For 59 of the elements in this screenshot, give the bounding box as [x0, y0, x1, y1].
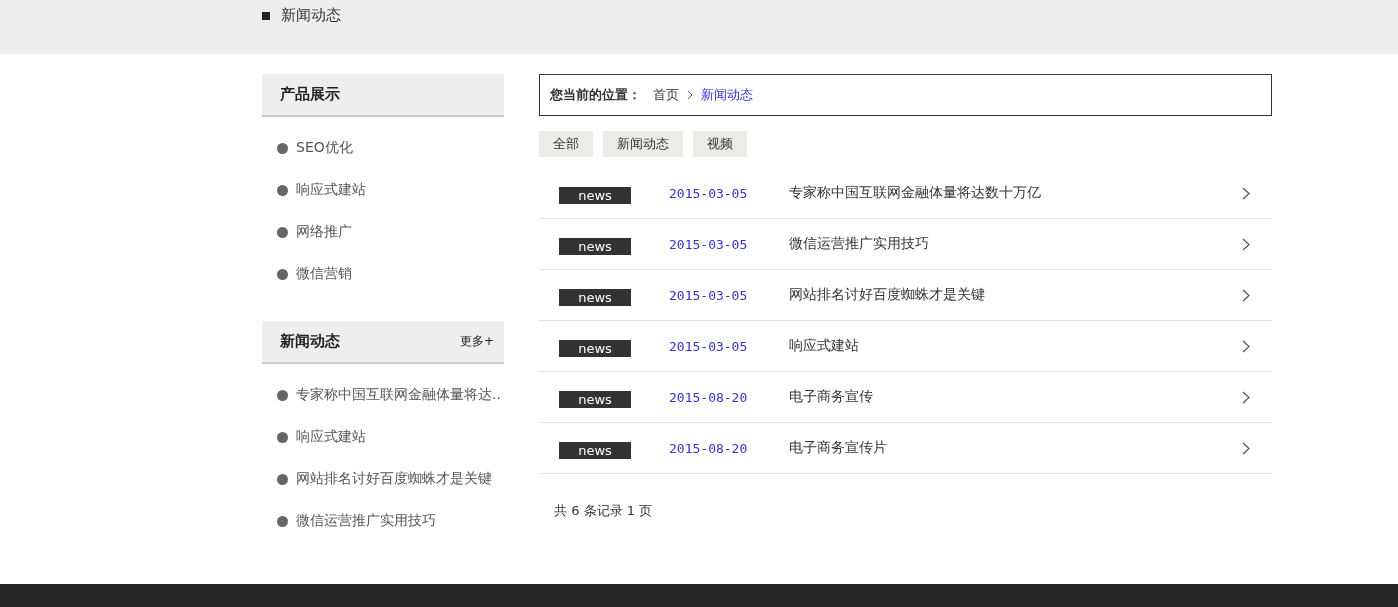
news-row[interactable]: news 2015-03-05 网站排名讨好百度蜘蛛才是关键: [539, 270, 1272, 321]
news-title: 微信运营推广实用技巧: [789, 235, 930, 253]
pagination-info: 共 6 条记录 1 页: [554, 502, 654, 520]
news-date: 2015-08-20: [669, 389, 749, 405]
sidebar-link[interactable]: 响应式建站: [277, 169, 504, 211]
breadcrumb-link[interactable]: 新闻动态: [701, 86, 753, 104]
sidebar-link[interactable]: SEO优化: [277, 127, 504, 169]
filter-tab[interactable]: 新闻动态: [603, 131, 683, 157]
news-tag: news: [559, 186, 631, 204]
banner-title: 新闻动态: [281, 6, 341, 25]
section-title: 新闻动态: [280, 332, 340, 351]
filter-tab[interactable]: 全部: [539, 131, 593, 157]
news-tag: news: [559, 390, 631, 408]
sidebar-link[interactable]: 网络推广: [277, 211, 504, 253]
news-date: 2015-08-20: [669, 440, 749, 456]
more-link[interactable]: 更多+: [459, 333, 494, 350]
sidebar-link[interactable]: 响应式建站: [277, 416, 504, 458]
news-tag: news: [559, 288, 631, 306]
chevron-right-icon: [1242, 441, 1250, 455]
news-date: 2015-03-05: [669, 185, 749, 201]
sidebar-link[interactable]: 微信运营推广实用技巧: [277, 500, 504, 542]
sidebar-link[interactable]: 专家称中国互联网金融体量将达..: [277, 374, 504, 416]
chevron-right-icon: [1242, 339, 1250, 353]
news-title: 网站排名讨好百度蜘蛛才是关键: [789, 286, 986, 304]
bullet-icon: [277, 389, 288, 401]
bullet-icon: [277, 431, 288, 443]
chevron-right-icon: [1242, 237, 1250, 251]
bullet-icon: [277, 268, 288, 280]
news-title: 电子商务宣传片: [789, 439, 888, 457]
section-title: 产品展示: [280, 85, 340, 104]
chevron-right-icon: [687, 90, 693, 100]
bullet-icon: [277, 515, 288, 527]
filter-tab[interactable]: 视频: [693, 131, 747, 157]
news-row[interactable]: news 2015-08-20 电子商务宣传片: [539, 423, 1272, 474]
news-row[interactable]: news 2015-03-05 响应式建站: [539, 321, 1272, 372]
bullet-icon: [277, 226, 288, 238]
news-title: 电子商务宣传: [789, 388, 874, 406]
news-tag: news: [559, 237, 631, 255]
chevron-right-icon: [1242, 390, 1250, 404]
square-bullet-icon: [262, 11, 270, 20]
breadcrumb-label: 您当前的位置：: [550, 86, 641, 104]
news-row[interactable]: news 2015-08-20 电子商务宣传: [539, 372, 1272, 423]
news-tag: news: [559, 441, 631, 459]
news-title: 响应式建站: [789, 337, 860, 355]
news-title: 专家称中国互联网金融体量将达数十万亿: [789, 184, 1042, 202]
sidebar-link[interactable]: 微信营销: [277, 253, 504, 295]
breadcrumb-link[interactable]: 首页: [653, 86, 679, 104]
news-date: 2015-03-05: [669, 236, 749, 252]
news-date: 2015-03-05: [669, 287, 749, 303]
chevron-right-icon: [1242, 186, 1250, 200]
bullet-icon: [277, 473, 288, 485]
chevron-right-icon: [1242, 288, 1250, 302]
sidebar-link[interactable]: 网站排名讨好百度蜘蛛才是关键: [277, 458, 504, 500]
news-date: 2015-03-05: [669, 338, 749, 354]
news-row[interactable]: news 2015-03-05 微信运营推广实用技巧: [539, 219, 1272, 270]
news-row[interactable]: news 2015-03-05 专家称中国互联网金融体量将达数十万亿: [539, 168, 1272, 219]
news-tag: news: [559, 339, 631, 357]
bullet-icon: [277, 184, 288, 196]
bullet-icon: [277, 142, 288, 154]
